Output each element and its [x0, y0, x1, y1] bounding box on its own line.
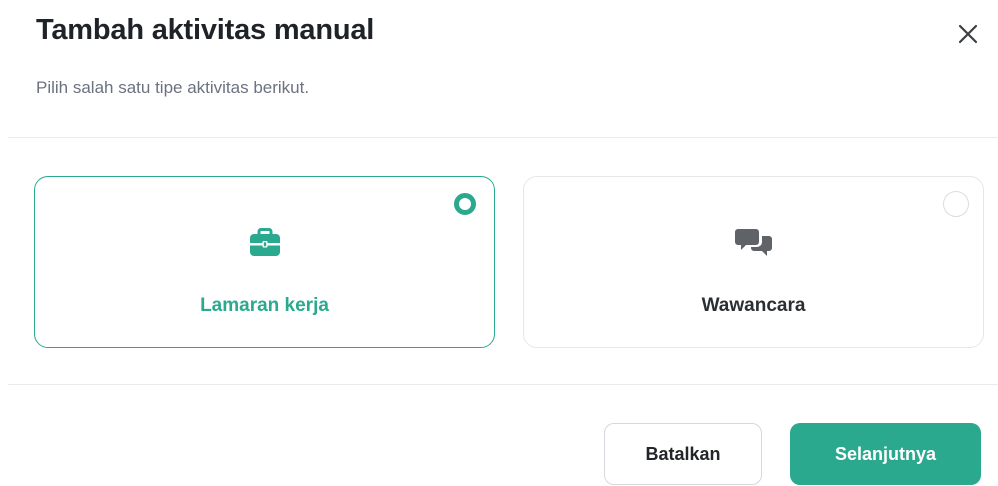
option-label: Wawancara	[701, 295, 806, 316]
header-divider	[8, 137, 998, 138]
footer-divider	[8, 384, 998, 385]
option-lamaran-kerja[interactable]: Lamaran kerja	[34, 176, 495, 348]
radio-unselected[interactable]	[943, 191, 969, 217]
briefcase-icon	[245, 223, 285, 263]
add-manual-activity-dialog: Tambah aktivitas manual Pilih salah satu…	[0, 0, 998, 486]
close-button[interactable]	[952, 18, 984, 50]
chat-bubbles-icon	[734, 223, 774, 263]
dialog-subtitle: Pilih salah satu tipe aktivitas berikut.	[36, 78, 310, 97]
option-wawancara[interactable]: Wawancara	[523, 176, 984, 348]
option-label: Lamaran kerja	[200, 295, 329, 316]
next-button[interactable]: Selanjutnya	[790, 423, 981, 485]
dialog-title: Tambah aktivitas manual	[36, 14, 375, 46]
radio-selected[interactable]	[454, 193, 476, 215]
close-icon	[958, 24, 978, 44]
cancel-button[interactable]: Batalkan	[604, 423, 762, 485]
